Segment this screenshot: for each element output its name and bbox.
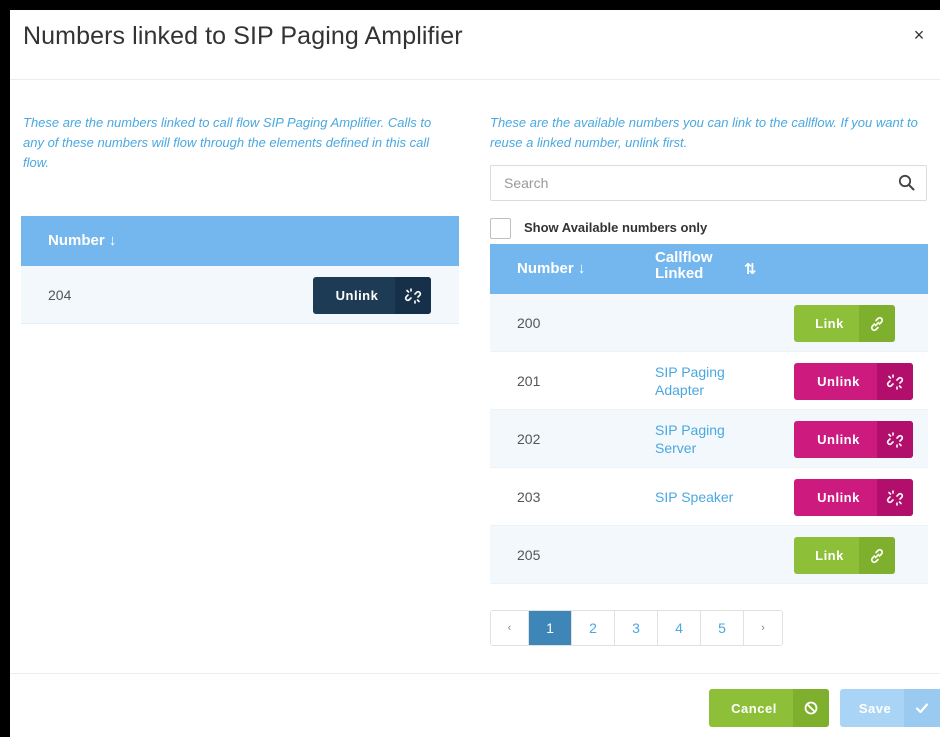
table-row: 201 SIP Paging Adapter Unlink [490,352,928,410]
unlink-button-label: Unlink [817,374,860,389]
linked-numbers-description: These are the numbers linked to call flo… [23,115,432,170]
pagination-page-4[interactable]: 4 [658,611,701,645]
table-header: Number ↓ Callflow Linked ⇅ [490,244,928,294]
unlink-button[interactable]: Unlink [794,479,913,516]
table-row: 204 Unlink [21,266,459,324]
cancel-icon [793,689,829,727]
table-row: 200 Link [490,294,928,352]
number-cell: 201 [517,373,541,389]
pagination: ‹ 1 2 3 4 5 › [490,610,783,646]
show-available-label[interactable]: Show Available numbers only [524,220,707,235]
table-row: 202 SIP Paging Server Unlink [490,410,928,468]
save-button-label: Save [858,700,892,716]
unlink-button-label: Unlink [335,288,379,303]
unlink-icon [395,277,431,314]
link-icon [859,537,895,574]
link-icon [859,305,895,342]
number-cell: 204 [48,287,72,303]
pagination-prev[interactable]: ‹ [491,611,529,645]
link-button-label: Link [815,316,844,331]
search-box [490,165,927,201]
linked-numbers-table: Number ↓ 204 Unlink [21,216,459,324]
pagination-next[interactable]: › [744,611,782,645]
link-button[interactable]: Link [794,305,895,342]
number-cell: 203 [517,489,541,505]
table-row: 203 SIP Speaker Unlink [490,468,928,526]
table-header-number[interactable]: Number ↓ [517,260,585,277]
table-header-number[interactable]: Number ↓ [21,216,459,266]
callflow-link[interactable] [655,294,785,352]
sort-icon[interactable]: ⇅ [744,260,757,278]
callflow-link[interactable]: SIP Speaker [655,468,785,526]
unlink-button-label: Unlink [817,432,860,447]
link-numbers-modal: Numbers linked to SIP Paging Amplifier ×… [10,10,940,737]
cancel-button-label: Cancel [731,700,777,716]
available-numbers-description: These are the available numbers you can … [490,115,918,150]
pagination-page-5[interactable]: 5 [701,611,744,645]
unlink-button[interactable]: Unlink [794,363,913,400]
unlink-button-label: Unlink [817,490,860,505]
table-row: 205 Link [490,526,928,584]
cancel-button[interactable]: Cancel [709,689,829,727]
link-button-label: Link [815,548,844,563]
unlink-icon [877,421,913,458]
callflow-link[interactable]: SIP Paging Adapter [655,352,750,410]
callflow-link[interactable] [655,526,785,584]
unlink-icon [877,363,913,400]
pagination-page-2[interactable]: 2 [572,611,615,645]
pagination-page-1[interactable]: 1 [529,611,572,645]
show-available-checkbox[interactable] [490,218,511,239]
callflow-link[interactable]: SIP Paging Server [655,410,750,468]
pagination-page-3[interactable]: 3 [615,611,658,645]
link-button[interactable]: Link [794,537,895,574]
search-icon[interactable] [897,173,917,193]
table-header-callflow[interactable]: Callflow Linked [655,250,725,282]
unlink-button[interactable]: Unlink [794,421,913,458]
search-input[interactable] [491,166,891,200]
unlink-button[interactable]: Unlink [313,277,431,314]
number-cell: 202 [517,431,541,447]
unlink-icon [877,479,913,516]
modal-footer: Cancel Save [10,673,940,737]
modal-title: Numbers linked to SIP Paging Amplifier [23,22,463,50]
check-icon [904,689,940,727]
modal-header: Numbers linked to SIP Paging Amplifier × [10,10,940,80]
number-cell: 200 [517,315,541,331]
available-numbers-table: Number ↓ Callflow Linked ⇅ 200 Link 201 … [490,244,928,584]
close-icon[interactable]: × [908,24,930,46]
save-button[interactable]: Save [840,689,940,727]
number-cell: 205 [517,547,541,563]
